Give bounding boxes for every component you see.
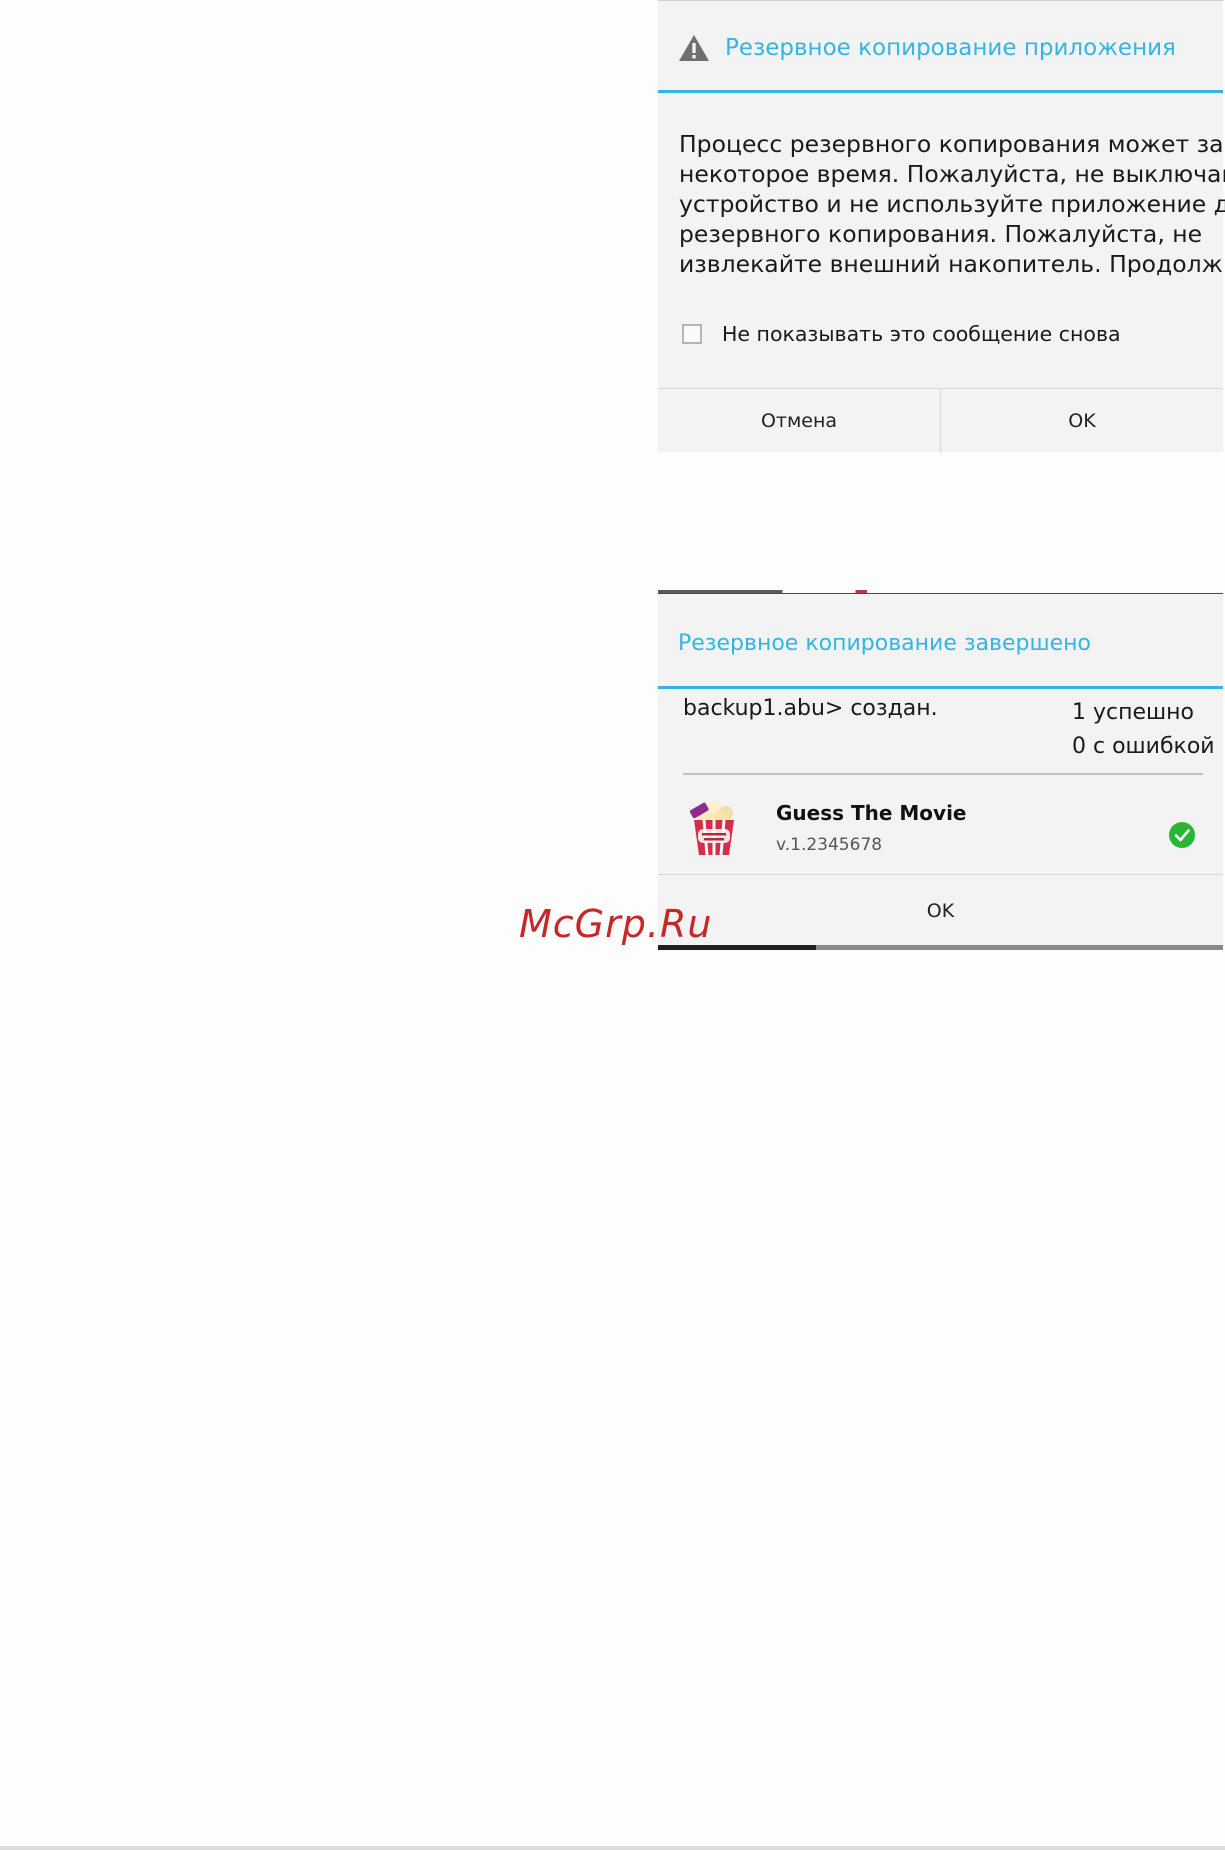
dialog-title: Резервное копирование приложения <box>725 35 1176 61</box>
app-version: v.1.2345678 <box>776 835 883 855</box>
message-line: устройство и не используйте приложение д… <box>679 190 1225 218</box>
background-strip <box>658 590 1223 593</box>
app-name: Guess The Movie <box>776 801 967 825</box>
message-line: Процесс резервного копирования может зан… <box>679 130 1225 158</box>
dialog-message: Процесс резервного копирования может зан… <box>679 129 1225 279</box>
dialog-header: Резервное копирование приложения <box>658 1 1223 93</box>
dialog-button-bar: Отмена OK <box>658 388 1223 453</box>
dialog-header: Резервное копирование завершено <box>658 594 1223 689</box>
dont-show-again-row[interactable]: Не показывать это сообщение снова <box>682 321 1121 347</box>
check-icon <box>1169 822 1195 848</box>
message-line: резервного копирования. Пожалуйста, не <box>679 220 1203 248</box>
watermark: McGrp.Ru <box>519 902 713 946</box>
result-counts: 1 успешно 0 с ошибкой <box>1072 696 1215 764</box>
ok-button[interactable]: OK <box>658 874 1223 947</box>
backup-file-status: backup1.abu> создан. <box>683 696 938 721</box>
page-bottom-edge <box>0 1846 1225 1850</box>
warning-icon <box>679 35 709 61</box>
ok-button-label: OK <box>926 900 955 922</box>
success-count: 1 успешно <box>1072 700 1194 725</box>
backup-complete-dialog: Резервное копирование завершено backup1.… <box>658 590 1223 950</box>
dont-show-again-checkbox[interactable] <box>682 324 702 344</box>
popcorn-app-icon <box>689 801 734 856</box>
dialog-title: Резервное копирование завершено <box>678 631 1092 656</box>
message-line: некоторое время. Пожалуйста, не выключай… <box>679 160 1225 188</box>
dont-show-again-label: Не показывать это сообщение снова <box>722 322 1121 346</box>
backup-confirm-dialog: Резервное копирование приложения Процесс… <box>658 0 1225 453</box>
ok-button[interactable]: OK <box>941 389 1223 453</box>
background-strip <box>658 945 1223 950</box>
cancel-button[interactable]: Отмена <box>658 389 941 453</box>
divider <box>683 773 1203 775</box>
message-line: извлекайте внешний накопитель. Продолжит… <box>679 250 1225 278</box>
error-count: 0 с ошибкой <box>1072 734 1215 759</box>
